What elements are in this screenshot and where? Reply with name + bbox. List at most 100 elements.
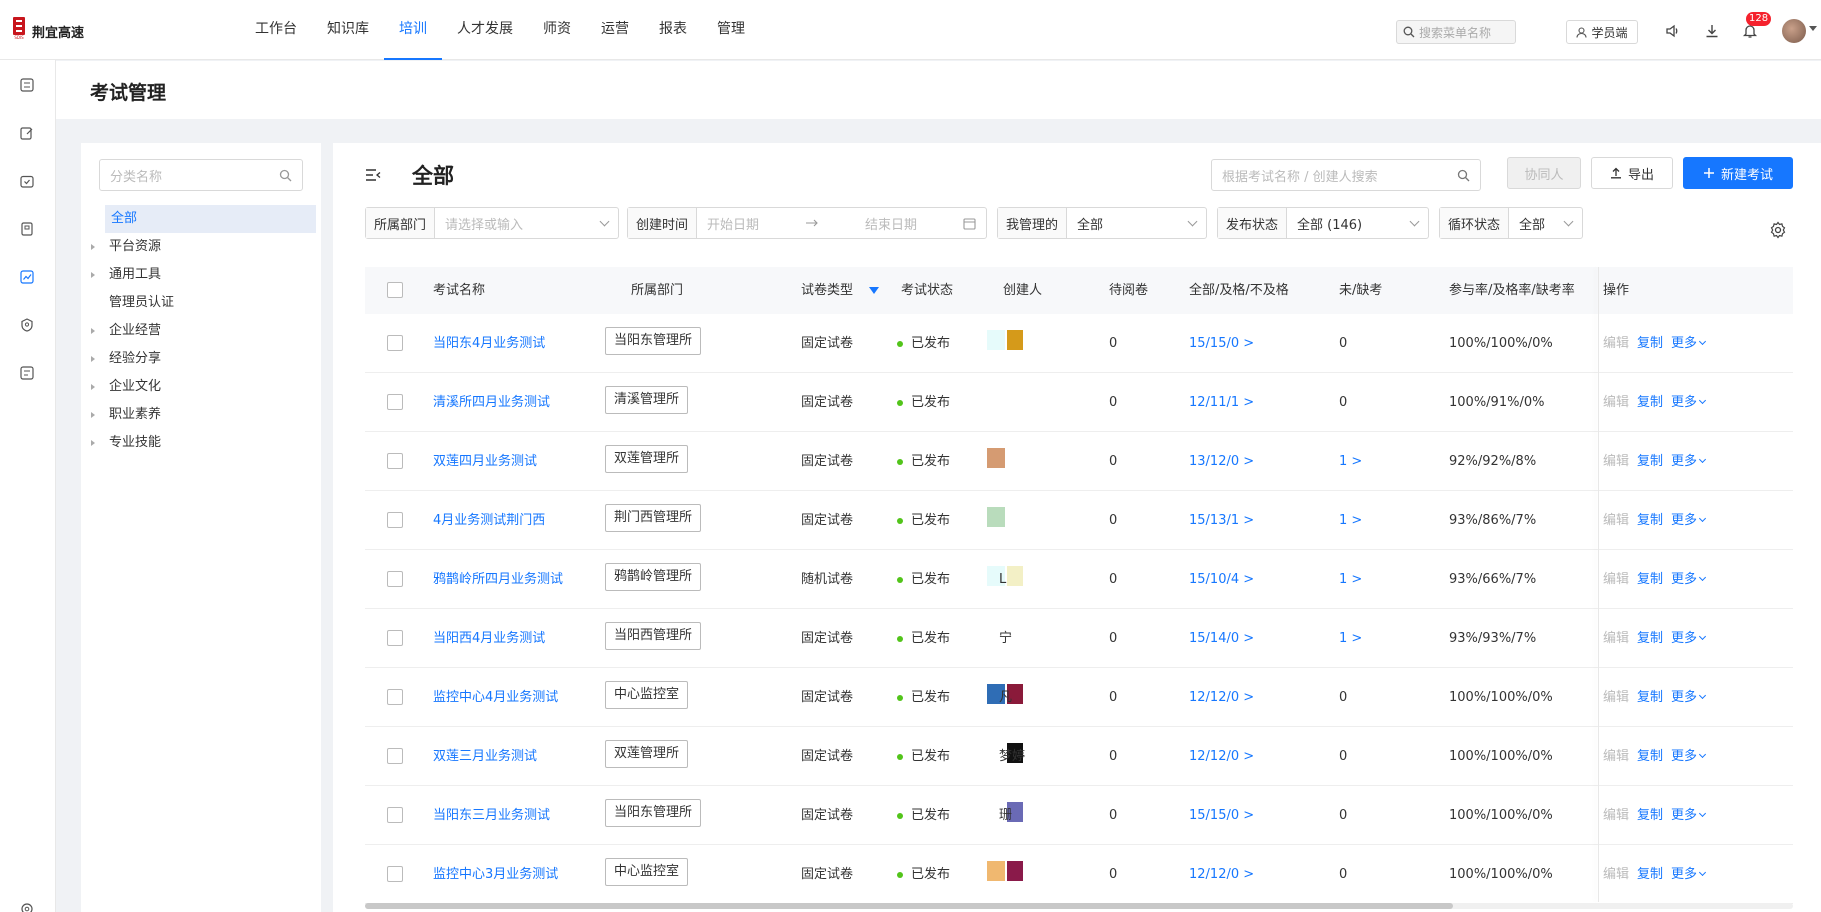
pass-stats-link[interactable]: 15/10/4 > — [1189, 550, 1254, 609]
badge-icon[interactable] — [18, 316, 36, 334]
copy-button[interactable]: 复制 — [1637, 690, 1663, 705]
category-item[interactable]: 全部 — [105, 205, 316, 233]
cycle-status-filter[interactable]: 循环状态 全部 — [1439, 207, 1583, 239]
absent-count[interactable]: 1 > — [1339, 491, 1362, 550]
avatar[interactable] — [1782, 19, 1806, 43]
exam-search-input[interactable]: 根据考试名称 / 创建人搜索 — [1211, 159, 1481, 191]
copy-button[interactable]: 复制 — [1637, 749, 1663, 764]
pass-stats-link[interactable]: 12/12/0 > — [1189, 668, 1254, 727]
pass-stats-link[interactable]: 12/12/0 > — [1189, 727, 1254, 786]
edit-button[interactable]: 编辑 — [1603, 867, 1629, 882]
copy-button[interactable]: 复制 — [1637, 454, 1663, 469]
download-icon[interactable] — [1703, 22, 1721, 40]
row-checkbox[interactable] — [387, 866, 403, 882]
start-date-input[interactable]: 开始日期 — [707, 214, 759, 233]
collapse-menu-icon[interactable] — [365, 168, 381, 182]
absent-count[interactable]: 1 > — [1339, 550, 1362, 609]
nav-item[interactable]: 培训 — [384, 0, 442, 60]
caret-right-icon[interactable] — [91, 244, 95, 250]
copy-button[interactable]: 复制 — [1637, 572, 1663, 587]
caret-right-icon[interactable] — [91, 356, 95, 362]
copy-button[interactable]: 复制 — [1637, 631, 1663, 646]
settings-icon[interactable] — [18, 900, 36, 912]
dashboard-icon[interactable] — [18, 76, 36, 94]
category-item[interactable]: 职业素养 — [81, 401, 321, 429]
more-button[interactable]: 更多 — [1671, 867, 1707, 882]
brand-logo[interactable]: SDIS 荆宜高速 — [12, 17, 84, 45]
pass-stats-link[interactable]: 12/11/1 > — [1189, 373, 1254, 432]
more-button[interactable]: 更多 — [1671, 631, 1707, 646]
category-item[interactable]: 专业技能 — [81, 429, 321, 457]
pass-stats-link[interactable]: 15/13/1 > — [1189, 491, 1254, 550]
chevron-down-icon[interactable] — [1809, 26, 1817, 31]
exam-name-link[interactable]: 当阳东三月业务测试 — [433, 786, 550, 845]
nav-item[interactable]: 师资 — [528, 0, 586, 60]
row-checkbox[interactable] — [387, 807, 403, 823]
copy-button[interactable]: 复制 — [1637, 513, 1663, 528]
exam-name-link[interactable]: 清溪所四月业务测试 — [433, 373, 550, 432]
category-item[interactable]: 管理员认证 — [81, 289, 321, 317]
edit-button[interactable]: 编辑 — [1603, 631, 1629, 646]
copy-button[interactable]: 复制 — [1637, 336, 1663, 351]
more-button[interactable]: 更多 — [1671, 572, 1707, 587]
more-button[interactable]: 更多 — [1671, 808, 1707, 823]
caret-right-icon[interactable] — [91, 440, 95, 446]
category-item[interactable]: 通用工具 — [81, 261, 321, 289]
exam-name-link[interactable]: 监控中心3月业务测试 — [433, 845, 558, 904]
category-item[interactable]: 经验分享 — [81, 345, 321, 373]
row-checkbox[interactable] — [387, 394, 403, 410]
exam-name-link[interactable]: 双莲三月业务测试 — [433, 727, 537, 786]
pass-stats-link[interactable]: 15/15/0 > — [1189, 314, 1254, 373]
exam-name-link[interactable]: 鸦鹊岭所四月业务测试 — [433, 550, 563, 609]
exam-name-link[interactable]: 当阳东4月业务测试 — [433, 314, 545, 373]
edit-button[interactable]: 编辑 — [1603, 513, 1629, 528]
more-button[interactable]: 更多 — [1671, 336, 1707, 351]
student-portal-button[interactable]: 学员端 — [1566, 20, 1638, 44]
nav-item[interactable]: 管理 — [702, 0, 760, 60]
absent-count[interactable]: 1 > — [1339, 432, 1362, 491]
caret-right-icon[interactable] — [91, 328, 95, 334]
edit-button[interactable]: 编辑 — [1603, 454, 1629, 469]
category-item[interactable]: 企业经营 — [81, 317, 321, 345]
created-time-filter[interactable]: 创建时间 开始日期 结束日期 — [627, 207, 987, 239]
row-checkbox[interactable] — [387, 512, 403, 528]
exam-icon[interactable] — [18, 268, 36, 286]
more-button[interactable]: 更多 — [1671, 690, 1707, 705]
caret-right-icon[interactable] — [91, 412, 95, 418]
copy-button[interactable]: 复制 — [1637, 867, 1663, 882]
edit-button[interactable]: 编辑 — [1603, 690, 1629, 705]
more-button[interactable]: 更多 — [1671, 395, 1707, 410]
nav-item[interactable]: 工作台 — [240, 0, 312, 60]
managed-filter[interactable]: 我管理的 全部 — [997, 207, 1207, 239]
pass-stats-link[interactable]: 12/12/0 > — [1189, 845, 1254, 904]
category-item[interactable]: 平台资源 — [81, 233, 321, 261]
absent-count[interactable]: 1 > — [1339, 609, 1362, 668]
row-checkbox[interactable] — [387, 453, 403, 469]
dept-filter[interactable]: 所属部门 请选择或输入 — [365, 207, 619, 239]
export-button[interactable]: 导出 — [1591, 157, 1673, 189]
select-all-checkbox[interactable] — [387, 282, 403, 298]
row-checkbox[interactable] — [387, 748, 403, 764]
filter-icon[interactable] — [869, 287, 880, 294]
exam-name-link[interactable]: 当阳西4月业务测试 — [433, 609, 545, 668]
edit-button[interactable]: 编辑 — [1603, 808, 1629, 823]
pass-stats-link[interactable]: 13/12/0 > — [1189, 432, 1254, 491]
edit-doc-icon[interactable] — [18, 124, 36, 142]
category-item[interactable]: 企业文化 — [81, 373, 321, 401]
nav-item[interactable]: 知识库 — [312, 0, 384, 60]
copy-button[interactable]: 复制 — [1637, 808, 1663, 823]
pass-stats-link[interactable]: 15/15/0 > — [1189, 786, 1254, 845]
gear-icon[interactable] — [1769, 221, 1787, 239]
new-exam-button[interactable]: 新建考试 — [1683, 157, 1793, 189]
row-checkbox[interactable] — [387, 689, 403, 705]
exam-name-link[interactable]: 监控中心4月业务测试 — [433, 668, 558, 727]
collaborator-button[interactable]: 协同人 — [1507, 157, 1581, 189]
horizontal-scrollbar[interactable] — [365, 903, 1453, 909]
report-icon[interactable] — [18, 364, 36, 382]
file-icon[interactable] — [18, 220, 36, 238]
row-checkbox[interactable] — [387, 571, 403, 587]
more-button[interactable]: 更多 — [1671, 513, 1707, 528]
pass-stats-link[interactable]: 15/14/0 > — [1189, 609, 1254, 668]
publish-status-filter[interactable]: 发布状态 全部 (146) — [1217, 207, 1429, 239]
menu-search-input[interactable]: 搜索菜单名称 — [1396, 20, 1516, 44]
